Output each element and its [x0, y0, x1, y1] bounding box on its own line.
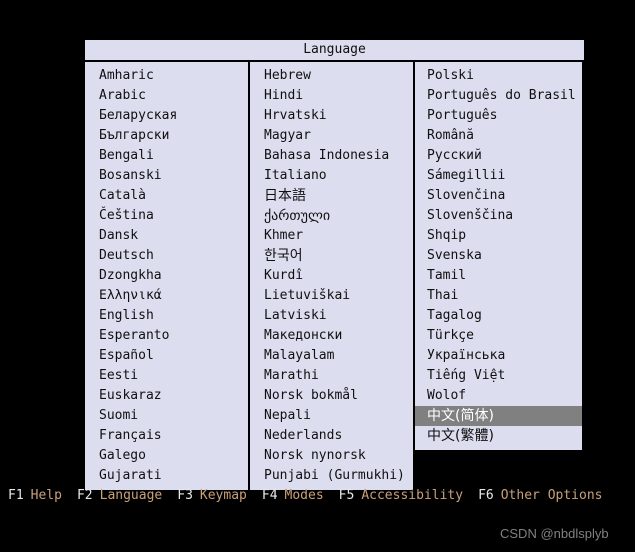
language-item[interactable]: Bosanski	[85, 166, 248, 186]
language-item[interactable]: Ελληνικά	[85, 286, 248, 306]
language-item[interactable]: Suomi	[85, 406, 248, 426]
language-item[interactable]: Español	[85, 346, 248, 366]
language-column-1: Amharic Arabic Беларуская Български Bengali B…	[85, 62, 248, 490]
language-item[interactable]: Gujarati	[85, 466, 248, 486]
language-item[interactable]: Slovenščina	[415, 206, 582, 226]
function-key-label: Accessibility	[361, 488, 464, 503]
language-item[interactable]: Norsk nynorsk	[250, 446, 413, 466]
language-item[interactable]: Khmer	[250, 226, 413, 246]
language-item[interactable]: Svenska	[415, 246, 582, 266]
language-item[interactable]: Wolof	[415, 386, 582, 406]
language-column-2: Hebrew Hindi Hrvatski Magyar Bahasa Indonesi…	[248, 62, 413, 490]
language-item[interactable]: Thai	[415, 286, 582, 306]
function-key-f6[interactable]: F6 Other Options	[478, 487, 602, 504]
language-item[interactable]: Lietuviškai	[250, 286, 413, 306]
function-key-name: F2	[76, 488, 93, 503]
language-item[interactable]: Tamil	[415, 266, 582, 286]
language-item[interactable]: Bahasa Indonesia	[250, 146, 413, 166]
language-item[interactable]: Македонски	[250, 326, 413, 346]
function-key-f2[interactable]: F2 Language	[77, 487, 162, 504]
language-dialog: Language Amharic Arabic Беларуская Българск…	[85, 40, 584, 490]
language-item[interactable]: Dansk	[85, 226, 248, 246]
language-item[interactable]: Català	[85, 186, 248, 206]
function-key-label: Help	[30, 488, 62, 503]
function-key-f5[interactable]: F5 Accessibility	[339, 487, 463, 504]
language-item[interactable]: Tagalog	[415, 306, 582, 326]
language-item-selected[interactable]: 中文(简体)	[415, 406, 582, 426]
function-key-label: Other Options	[500, 488, 603, 503]
language-item[interactable]: Galego	[85, 446, 248, 466]
function-key-name: F3	[177, 488, 193, 503]
language-item[interactable]: 한국어	[250, 246, 413, 266]
language-item[interactable]: Malayalam	[250, 346, 413, 366]
language-item[interactable]: ქართული	[250, 206, 413, 226]
language-item[interactable]: Українська	[415, 346, 582, 366]
language-item[interactable]: Hindi	[250, 86, 413, 106]
language-item[interactable]: Hrvatski	[250, 106, 413, 126]
function-key-f1[interactable]: F1 Help	[8, 487, 62, 504]
language-item[interactable]: Kurdî	[250, 266, 413, 286]
language-item[interactable]: Euskaraz	[85, 386, 248, 406]
language-item[interactable]: Marathi	[250, 366, 413, 386]
language-item[interactable]: Nepali	[250, 406, 413, 426]
watermark: CSDN @nbdlsplyb	[500, 526, 609, 541]
function-key-label: Language	[99, 488, 163, 503]
language-item[interactable]: Русский	[415, 146, 582, 166]
function-key-label: Modes	[284, 488, 324, 503]
language-item[interactable]: Sámegillii	[415, 166, 582, 186]
language-item[interactable]: Polski	[415, 66, 582, 86]
language-item[interactable]: 日本語	[250, 186, 413, 206]
language-item[interactable]: Türkçe	[415, 326, 582, 346]
language-item[interactable]: Nederlands	[250, 426, 413, 446]
language-item[interactable]: Română	[415, 126, 582, 146]
language-item[interactable]: Čeština	[85, 206, 248, 226]
language-item[interactable]: Tiếng Việt	[415, 366, 582, 386]
language-item[interactable]: Punjabi (Gurmukhi)	[250, 466, 413, 486]
language-item[interactable]: Беларуская	[85, 106, 248, 126]
language-item[interactable]: Français	[85, 426, 248, 446]
language-item[interactable]: Norsk bokmål	[250, 386, 413, 406]
language-item[interactable]: Amharic	[85, 66, 248, 86]
function-key-name: F1	[8, 488, 24, 503]
language-column-3: Polski Português do Brasil Português Română…	[413, 62, 582, 450]
language-item[interactable]: Deutsch	[85, 246, 248, 266]
language-item[interactable]: Slovenčina	[415, 186, 582, 206]
language-item[interactable]: Hebrew	[250, 66, 413, 86]
language-item[interactable]: Italiano	[250, 166, 413, 186]
language-item[interactable]: Shqip	[415, 226, 582, 246]
dialog-titlebar: Language	[85, 40, 584, 62]
language-item[interactable]: English	[85, 306, 248, 326]
language-item[interactable]: Български	[85, 126, 248, 146]
function-key-name: F5	[338, 488, 355, 503]
function-key-bar: F1 Help F2 Language F3 Keymap F4 Modes F5 Accessi…	[8, 487, 602, 504]
language-item[interactable]: Dzongkha	[85, 266, 248, 286]
page-title: Language	[303, 42, 366, 57]
language-item[interactable]: Esperanto	[85, 326, 248, 346]
function-key-label: Keymap	[199, 488, 247, 503]
function-key-name: F6	[478, 488, 494, 503]
function-key-name: F4	[261, 488, 278, 503]
language-item[interactable]: Eesti	[85, 366, 248, 386]
language-item[interactable]: Latviski	[250, 306, 413, 326]
language-item[interactable]: 中文(繁體)	[415, 426, 582, 446]
function-key-f4[interactable]: F4 Modes	[262, 487, 324, 504]
function-key-f3[interactable]: F3 Keymap	[177, 487, 247, 504]
language-item[interactable]: Português	[415, 106, 582, 126]
language-item[interactable]: Magyar	[250, 126, 413, 146]
language-columns: Amharic Arabic Беларуская Български Bengali B…	[85, 62, 584, 490]
language-item[interactable]: Arabic	[85, 86, 248, 106]
language-item[interactable]: Português do Brasil	[415, 86, 582, 106]
language-item[interactable]: Bengali	[85, 146, 248, 166]
